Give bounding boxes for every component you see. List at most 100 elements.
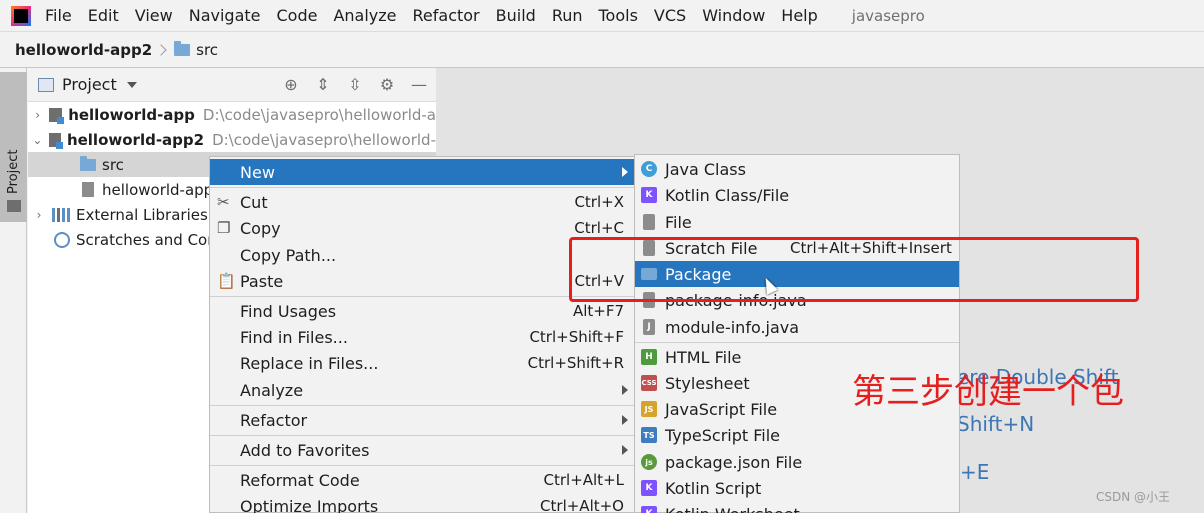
menu-item-label: Copy Path... — [240, 245, 337, 265]
tree-item-path: D:\code\javasepro\helloworld-a — [202, 105, 436, 124]
tool-window-stripe: Project — [0, 68, 27, 513]
menu-item-new[interactable]: New — [210, 159, 634, 185]
project-view-icon — [38, 77, 54, 92]
menu-edit[interactable]: Edit — [88, 6, 119, 25]
submenu-item-file[interactable]: File — [635, 209, 959, 235]
gear-icon[interactable]: ⚙ — [378, 75, 396, 94]
panel-title[interactable]: Project — [62, 75, 117, 94]
locate-icon[interactable]: ⊕ — [282, 75, 300, 94]
library-icon — [52, 207, 70, 222]
divider — [210, 187, 634, 188]
menu-item-label: Cut — [240, 192, 268, 212]
kotlin-icon: K — [641, 506, 657, 513]
submenu-item-label: JavaScript File — [665, 399, 778, 419]
menu-help[interactable]: Help — [781, 6, 817, 25]
menu-item-refactor[interactable]: Refactor — [210, 407, 634, 433]
java-class-icon: C — [641, 161, 657, 177]
nodejs-icon: js — [641, 454, 657, 470]
kotlin-icon: K — [641, 480, 657, 496]
menu-item-reformat-code[interactable]: Reformat Code Ctrl+Alt+L — [210, 467, 634, 493]
menu-analyze[interactable]: Analyze — [333, 6, 396, 25]
menu-item-label: New — [240, 162, 275, 182]
scratches-icon — [54, 231, 70, 248]
window-project-name: javasepro — [851, 6, 925, 25]
menu-vcs[interactable]: VCS — [654, 6, 686, 25]
menu-item-replace-in-files[interactable]: Replace in Files... Ctrl+Shift+R — [210, 350, 634, 376]
menu-item-add-to-favorites[interactable]: Add to Favorites — [210, 437, 634, 463]
new-submenu: C Java Class K Kotlin Class/File File Sc… — [634, 154, 960, 513]
submenu-item-kotlin-script[interactable]: K Kotlin Script — [635, 475, 959, 501]
context-menu: New ✂ Cut Ctrl+X ❐ Copy Ctrl+C Copy Path… — [209, 156, 635, 513]
html-icon: H — [641, 349, 657, 365]
menu-item-cut[interactable]: ✂ Cut Ctrl+X — [210, 189, 634, 215]
submenu-arrow-icon — [622, 445, 628, 455]
file-icon — [82, 182, 94, 197]
editor-hint-recent: +E — [960, 460, 990, 484]
menu-item-label: Replace in Files... — [240, 353, 379, 373]
submenu-arrow-icon — [622, 385, 628, 395]
tree-item-label: External Libraries — [76, 205, 208, 224]
tree-item-helloworld-app[interactable]: › helloworld-app D:\code\javasepro\hello… — [28, 102, 436, 127]
watermark: CSDN @小王 — [1096, 490, 1171, 504]
menu-navigate[interactable]: Navigate — [189, 6, 261, 25]
chevron-right-icon[interactable]: › — [32, 108, 43, 122]
submenu-item-kotlin-class[interactable]: K Kotlin Class/File — [635, 182, 959, 208]
menu-build[interactable]: Build — [496, 6, 536, 25]
menu-item-label: Find Usages — [240, 301, 337, 321]
folder-icon — [7, 200, 21, 212]
tree-item-helloworld-app2[interactable]: ⌄ helloworld-app2 D:\code\javasepro\hell… — [28, 127, 436, 152]
tree-item-label: Scratches and Cor — [76, 230, 214, 249]
hide-icon[interactable]: — — [410, 75, 428, 94]
menu-item-optimize-imports[interactable]: Optimize Imports Ctrl+Alt+O — [210, 493, 634, 513]
chevron-down-icon[interactable]: ⌄ — [32, 133, 43, 147]
divider — [210, 465, 634, 466]
breadcrumb-project[interactable]: helloworld-app2 — [15, 41, 152, 59]
submenu-item-label: TypeScript File — [665, 425, 781, 445]
paste-icon: 📋 — [217, 272, 236, 290]
submenu-arrow-icon — [622, 167, 628, 177]
menu-file[interactable]: File — [45, 6, 72, 25]
menu-window[interactable]: Window — [702, 6, 765, 25]
breadcrumb: helloworld-app2 src — [0, 31, 1204, 68]
submenu-item-typescript-file[interactable]: TS TypeScript File — [635, 422, 959, 448]
submenu-item-package-json[interactable]: js package.json File — [635, 449, 959, 475]
menu-item-label: Paste — [240, 271, 284, 291]
menu-run[interactable]: Run — [552, 6, 583, 25]
menu-bar: File Edit View Navigate Code Analyze Ref… — [0, 0, 1204, 31]
expand-all-icon[interactable]: ⇕ — [314, 75, 332, 94]
menu-item-label: Reformat Code — [240, 470, 360, 490]
collapse-all-icon[interactable]: ⇳ — [346, 75, 364, 94]
submenu-item-kotlin-worksheet[interactable]: K Kotlin Worksheet — [635, 501, 959, 513]
project-panel-header: Project ⊕ ⇕ ⇳ ⚙ — — [28, 68, 436, 102]
submenu-arrow-icon — [622, 415, 628, 425]
menu-refactor[interactable]: Refactor — [413, 6, 480, 25]
tree-item-label: helloworld-app — [102, 180, 214, 199]
menu-item-analyze[interactable]: Analyze — [210, 377, 634, 403]
menu-view[interactable]: View — [135, 6, 173, 25]
breadcrumb-folder[interactable]: src — [196, 41, 218, 59]
menu-item-find-usages[interactable]: Find Usages Alt+F7 — [210, 298, 634, 324]
menu-item-label: Find in Files... — [240, 327, 348, 347]
menu-item-label: Copy — [240, 218, 281, 238]
folder-icon — [80, 155, 96, 171]
tree-item-label: helloworld-app2 — [66, 130, 205, 149]
tree-item-label: src — [102, 155, 124, 174]
java-file-icon: J — [643, 319, 655, 335]
project-tool-tab[interactable]: Project — [0, 72, 27, 222]
menu-item-find-in-files[interactable]: Find in Files... Ctrl+Shift+F — [210, 324, 634, 350]
chevron-right-icon — [155, 43, 167, 56]
submenu-item-module-info[interactable]: J module-info.java — [635, 314, 959, 340]
tree-item-label: helloworld-app — [68, 105, 195, 124]
editor-hint-goto-file: Shift+N — [957, 412, 1035, 436]
submenu-item-label: HTML File — [665, 347, 742, 367]
file-icon — [643, 214, 655, 230]
menu-tools[interactable]: Tools — [599, 6, 638, 25]
menu-code[interactable]: Code — [277, 6, 318, 25]
chevron-down-icon[interactable] — [126, 81, 137, 88]
chevron-right-icon[interactable]: › — [32, 208, 46, 222]
submenu-item-label: Kotlin Class/File — [665, 185, 790, 205]
submenu-item-java-class[interactable]: C Java Class — [635, 156, 959, 182]
menu-item-shortcut: Ctrl+Shift+F — [529, 328, 624, 346]
project-tool-label: Project — [6, 149, 21, 194]
submenu-item-label: Java Class — [665, 159, 746, 179]
